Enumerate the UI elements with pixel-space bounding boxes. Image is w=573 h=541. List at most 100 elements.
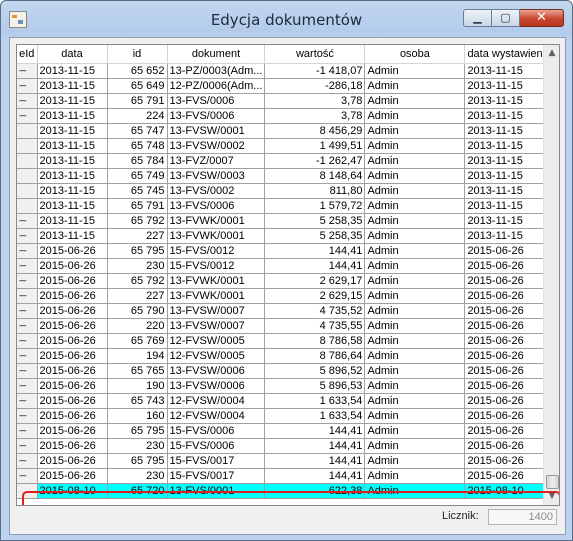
cell-eid[interactable]: ---- [17, 408, 38, 424]
cell-data[interactable]: 2013-11-15 [37, 183, 108, 199]
cell-dokument[interactable]: 13-FVS/0006 [167, 108, 266, 124]
cell-data[interactable]: 2013-11-15 [37, 138, 108, 154]
cell-dokument[interactable]: 13-PZ/0003(Adm... [167, 63, 266, 79]
cell-eid[interactable] [17, 123, 38, 139]
cell-osoba[interactable]: Admin [364, 273, 466, 289]
scroll-up-arrow-icon[interactable]: ▲ [544, 45, 559, 62]
cell-osoba[interactable]: Admin [364, 303, 466, 319]
cell-dokument[interactable]: 13-FVWK/0001 [167, 213, 266, 229]
cell-wartosc[interactable]: 3,78 [264, 93, 366, 109]
cell-data-wystawienia[interactable]: 2013-11-15 [464, 63, 555, 79]
cell-osoba[interactable]: Admin [364, 198, 466, 214]
cell-osoba[interactable]: Admin [364, 213, 466, 229]
cell-osoba[interactable]: Admin [364, 318, 466, 334]
cell-id[interactable]: 194 [107, 348, 168, 364]
cell-eid[interactable]: ---- [17, 378, 38, 394]
cell-osoba[interactable]: Admin [364, 348, 466, 364]
cell-data-wystawienia[interactable]: 2015-06-26 [464, 333, 555, 349]
cell-eid[interactable]: ---- [17, 348, 38, 364]
column-header-osoba[interactable]: osoba [364, 45, 466, 64]
cell-id[interactable]: 227 [107, 288, 168, 304]
column-header-eid[interactable]: eId [17, 45, 38, 64]
cell-eid[interactable] [17, 198, 38, 214]
cell-data[interactable]: 2013-11-15 [37, 198, 108, 214]
cell-id[interactable]: 65 749 [107, 168, 168, 184]
cell-data[interactable]: 2015-06-26 [37, 318, 108, 334]
cell-data-wystawienia[interactable]: 2015-06-26 [464, 288, 555, 304]
table-row[interactable]: ---- 2015-06-26 194 12-FVSW/0005 8 786,64 Adm… [17, 348, 555, 364]
cell-data[interactable]: 2015-06-26 [37, 393, 108, 409]
cell-dokument[interactable]: 13-FVS/0002 [167, 183, 266, 199]
column-header-data[interactable]: data [37, 45, 108, 64]
cell-data[interactable]: 2013-11-15 [37, 78, 108, 94]
cell-data-wystawienia[interactable]: 2015-06-26 [464, 318, 555, 334]
table-row[interactable]: ---- 2015-06-26 227 13-FVWK/0001 2 629,15 Adm… [17, 288, 555, 304]
cell-wartosc[interactable]: 4 735,55 [264, 318, 366, 334]
cell-osoba[interactable]: Admin [364, 453, 466, 469]
cell-data-wystawienia[interactable]: 2015-06-26 [464, 453, 555, 469]
cell-dokument[interactable]: 13-FVSW/0006 [167, 363, 266, 379]
cell-data-wystawienia[interactable]: 2015-06-26 [464, 378, 555, 394]
cell-dokument[interactable]: 12-FVSW/0005 [167, 333, 266, 349]
close-button[interactable]: ✕ [520, 9, 564, 27]
cell-osoba[interactable]: Admin [364, 333, 466, 349]
cell-dokument[interactable]: 13-FVSW/0002 [167, 138, 266, 154]
cell-dokument[interactable]: 12-FVSW/0005 [167, 348, 266, 364]
cell-data[interactable]: 2013-11-15 [37, 228, 108, 244]
cell-osoba[interactable]: Admin [364, 123, 466, 139]
cell-osoba[interactable]: Admin [364, 243, 466, 259]
cell-osoba[interactable]: Admin [364, 363, 466, 379]
table-row[interactable]: ---- 2013-11-15 65 652 13-PZ/0003(Adm... -1 … [17, 63, 555, 79]
cell-id[interactable]: 65 792 [107, 213, 168, 229]
cell-data[interactable]: 2015-06-26 [37, 453, 108, 469]
cell-wartosc[interactable]: 144,41 [264, 453, 366, 469]
cell-wartosc[interactable]: 5 896,53 [264, 378, 366, 394]
cell-dokument[interactable]: 15-FVS/0017 [167, 468, 266, 484]
cell-data-wystawienia[interactable]: 2015-06-26 [464, 408, 555, 424]
cell-data-wystawienia[interactable]: 2015-06-26 [464, 393, 555, 409]
cell-wartosc[interactable]: 1 499,51 [264, 138, 366, 154]
cell-wartosc[interactable]: 1 579,72 [264, 198, 366, 214]
cell-data-wystawienia[interactable]: 2013-11-15 [464, 183, 555, 199]
cell-data[interactable]: 2013-11-15 [37, 63, 108, 79]
cell-data-wystawienia[interactable]: 2015-06-26 [464, 303, 555, 319]
cell-wartosc[interactable]: 8 456,29 [264, 123, 366, 139]
cell-eid[interactable] [17, 183, 38, 199]
cell-data[interactable]: 2015-06-26 [37, 348, 108, 364]
table-row[interactable]: ---- 2015-06-26 220 13-FVSW/0007 4 735,55 Adm… [17, 318, 555, 334]
cell-data-wystawienia[interactable]: 2013-11-15 [464, 213, 555, 229]
cell-dokument[interactable]: 13-FVWK/0001 [167, 273, 266, 289]
cell-id[interactable]: 230 [107, 258, 168, 274]
cell-osoba[interactable]: Admin [364, 138, 466, 154]
cell-dokument[interactable]: 15-FVS/0006 [167, 438, 266, 454]
cell-id[interactable]: 65 769 [107, 333, 168, 349]
column-header-dokument[interactable]: dokument [167, 45, 266, 64]
cell-wartosc[interactable]: 4 735,52 [264, 303, 366, 319]
cell-data-wystawienia[interactable]: 2013-11-15 [464, 78, 555, 94]
cell-eid[interactable] [17, 168, 38, 184]
cell-data-wystawienia[interactable]: 2015-06-26 [464, 423, 555, 439]
cell-dokument[interactable]: 13-FVSW/0007 [167, 303, 266, 319]
cell-id[interactable]: 65 790 [107, 303, 168, 319]
cell-dokument[interactable]: 13-FVWK/0001 [167, 288, 266, 304]
cell-wartosc[interactable]: 1 633,54 [264, 408, 366, 424]
cell-data[interactable]: 2013-11-15 [37, 108, 108, 124]
cell-data-wystawienia[interactable]: 2013-11-15 [464, 138, 555, 154]
cell-osoba[interactable]: Admin [364, 153, 466, 169]
cell-id[interactable]: 65 795 [107, 453, 168, 469]
cell-dokument[interactable]: 13-FVZ/0007 [167, 153, 266, 169]
cell-wartosc[interactable]: 5 896,52 [264, 363, 366, 379]
cell-data[interactable]: 2013-11-15 [37, 123, 108, 139]
table-row[interactable]: ---- 2015-06-26 65 765 13-FVSW/0006 5 896,52… [17, 363, 555, 379]
cell-dokument[interactable]: 13-FVS/0006 [167, 198, 266, 214]
cell-id[interactable]: 160 [107, 408, 168, 424]
cell-data-wystawienia[interactable]: 2015-06-26 [464, 438, 555, 454]
cell-wartosc[interactable]: 8 148,64 [264, 168, 366, 184]
table-row[interactable]: ---- 2015-06-26 65 743 12-FVSW/0004 1 633,54… [17, 393, 555, 409]
cell-eid[interactable]: ---- [17, 243, 38, 259]
cell-dokument[interactable]: 15-FVS/0012 [167, 243, 266, 259]
table-row[interactable]: ---- 2015-06-26 65 790 13-FVSW/0007 4 735,52… [17, 303, 555, 319]
cell-id[interactable]: 230 [107, 468, 168, 484]
cell-wartosc[interactable]: 144,41 [264, 423, 366, 439]
cell-dokument[interactable]: 15-FVS/0012 [167, 258, 266, 274]
